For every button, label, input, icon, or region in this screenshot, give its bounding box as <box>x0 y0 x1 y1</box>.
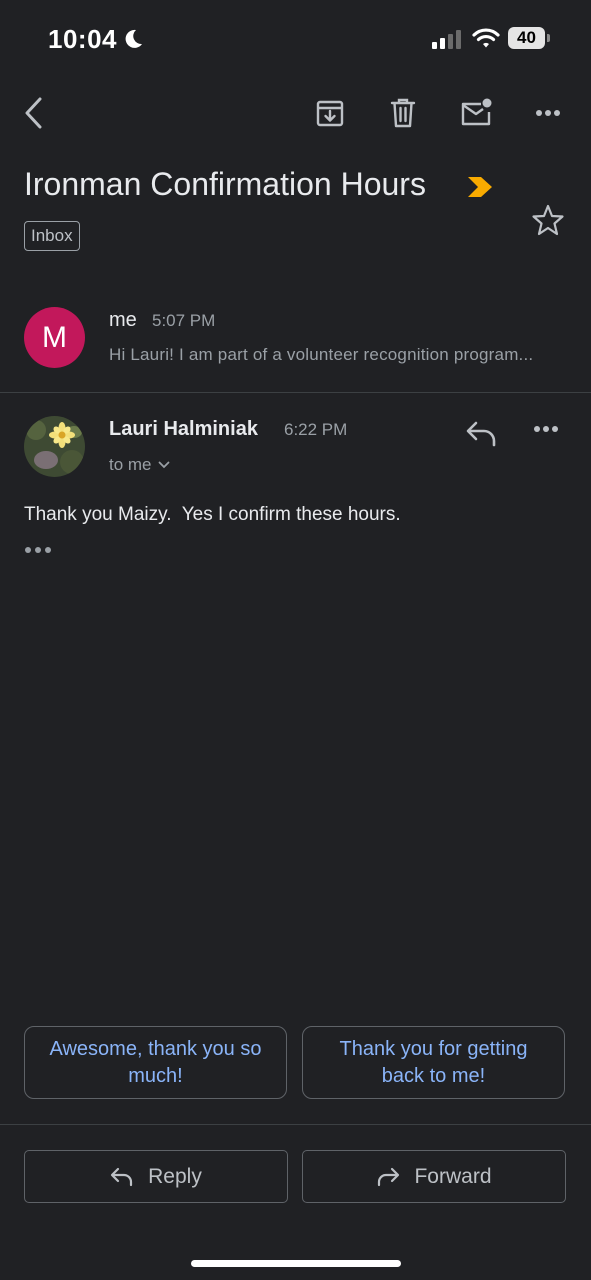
battery-level: 40 <box>517 28 536 47</box>
more-horizontal-icon <box>536 110 560 116</box>
message-sender: me <box>109 309 137 331</box>
cellular-signal-icon <box>432 29 462 49</box>
archive-icon <box>316 100 344 127</box>
message-time: 6:22 PM <box>284 420 348 439</box>
message-divider <box>0 392 591 393</box>
trash-icon <box>390 98 416 128</box>
recipient-details-toggle[interactable]: to me <box>109 455 170 475</box>
smart-reply-button[interactable]: Awesome, thank you so much! <box>24 1026 287 1099</box>
reply-action-button[interactable]: Reply <box>24 1150 288 1203</box>
moon-icon <box>122 28 144 50</box>
message-more-button[interactable] <box>533 425 559 433</box>
forward-action-button[interactable]: Forward <box>302 1150 566 1203</box>
inbox-label-chip[interactable]: Inbox <box>24 221 80 251</box>
reply-button[interactable] <box>464 420 498 448</box>
forward-icon <box>378 1167 400 1186</box>
chevron-down-icon <box>158 461 169 469</box>
message-body: Thank you Maizy. Yes I confirm these hou… <box>24 504 401 525</box>
email-subject: Ironman Confirmation Hours <box>24 166 426 202</box>
back-button[interactable] <box>16 95 52 131</box>
reply-label: Reply <box>148 1164 202 1188</box>
recipient-label: to me <box>109 455 152 474</box>
star-icon <box>532 204 564 236</box>
forward-label: Forward <box>414 1164 492 1188</box>
importance-marker-icon[interactable] <box>466 176 494 198</box>
show-trimmed-content-button[interactable] <box>24 545 52 555</box>
more-options-button[interactable] <box>530 95 566 131</box>
battery-icon: 40 <box>508 27 550 49</box>
reply-icon <box>111 1167 133 1186</box>
wifi-icon <box>472 27 500 49</box>
mark-unread-button[interactable] <box>458 95 494 131</box>
message-time: 5:07 PM <box>152 311 216 330</box>
actions-divider <box>0 1124 591 1125</box>
home-indicator[interactable] <box>191 1260 401 1267</box>
more-horizontal-icon <box>534 426 558 432</box>
reply-icon <box>466 421 496 447</box>
archive-button[interactable] <box>312 95 348 131</box>
ellipsis-icon <box>25 547 51 553</box>
smart-reply-label: Awesome, thank you so much! <box>49 1037 262 1087</box>
sender-avatar-photo <box>24 416 85 477</box>
smart-reply-button[interactable]: Thank you for getting back to me! <box>302 1026 565 1099</box>
star-button[interactable] <box>531 203 565 237</box>
message-sender: Lauri Halminiak <box>109 418 258 440</box>
smart-reply-label: Thank you for getting back to me! <box>339 1037 528 1087</box>
mark-unread-icon <box>461 98 492 126</box>
delete-button[interactable] <box>385 95 421 131</box>
sender-avatar-me: M <box>24 307 85 368</box>
message-snippet[interactable]: Hi Lauri! I am part of a volunteer recog… <box>109 345 559 365</box>
status-time: 10:04 <box>48 24 117 54</box>
